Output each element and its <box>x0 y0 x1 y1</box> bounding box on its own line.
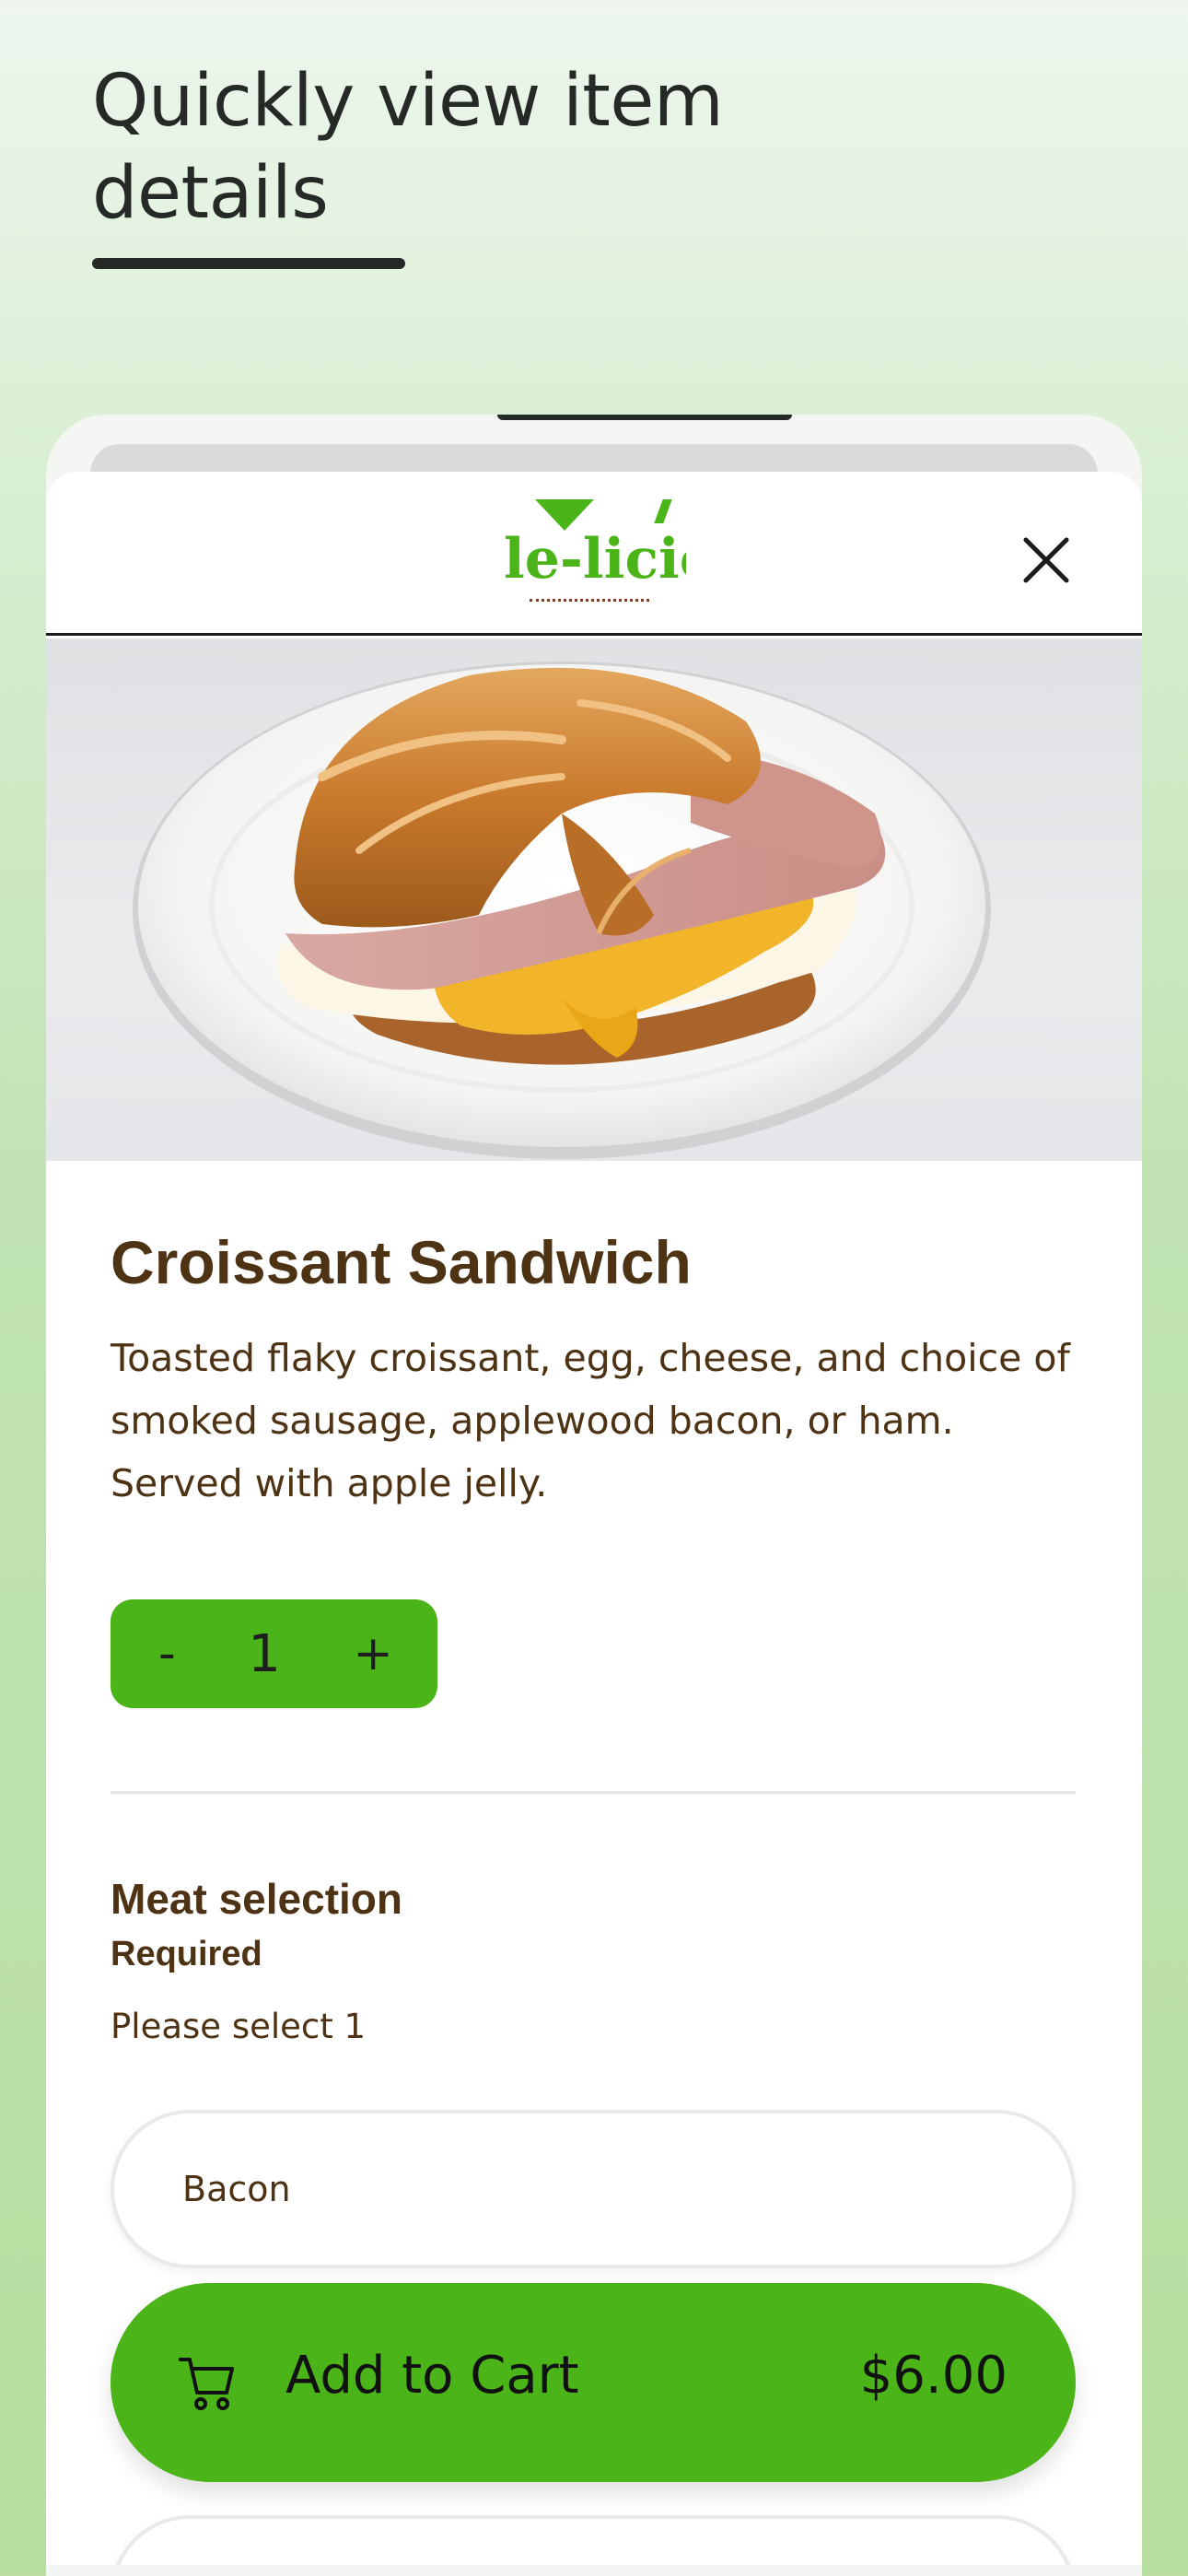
close-icon <box>1023 537 1069 583</box>
sheet-header: le-licio <box>46 472 1142 636</box>
quantity-stepper: - 1 + <box>111 1599 437 1708</box>
quantity-decrement-button[interactable]: - <box>158 1626 176 1681</box>
cart-price: $6.00 <box>859 2346 1007 2406</box>
option-label: Bacon <box>182 2169 291 2209</box>
logo-tagline-mark <box>530 599 649 604</box>
item-photo <box>46 638 1142 1161</box>
item-detail-sheet: le-licio <box>46 472 1142 2565</box>
cart-icon <box>179 2358 234 2410</box>
section-divider <box>111 1791 1076 1794</box>
croissant-sandwich-image <box>133 662 991 1159</box>
item-description: Toasted flaky croissant, egg, cheese, an… <box>111 1336 1070 1505</box>
logo-leaf-icon <box>535 499 594 531</box>
meat-selection-title: Meat selection <box>111 1875 402 1923</box>
option-item[interactable] <box>111 2515 1076 2565</box>
item-title: Croissant Sandwich <box>111 1228 692 1296</box>
required-badge: Required <box>111 1935 262 1973</box>
option-bacon[interactable]: Bacon <box>111 2110 1076 2268</box>
add-to-cart-label: Add to Cart <box>285 2346 579 2406</box>
phone-notch <box>497 415 792 420</box>
headline: Quickly view item details <box>92 60 724 235</box>
close-button[interactable] <box>1013 527 1079 593</box>
selection-hint: Please select 1 <box>111 2007 367 2046</box>
quantity-increment-button[interactable]: + <box>353 1626 393 1681</box>
logo-leaf-tip-icon <box>654 499 672 523</box>
quantity-value: 1 <box>248 1623 281 1684</box>
headline-underline <box>92 258 405 269</box>
add-to-cart-button[interactable]: Add to Cart $6.00 <box>111 2283 1076 2482</box>
logo-text: le-licio <box>504 527 686 591</box>
logo-icon: le-licio <box>502 499 686 610</box>
